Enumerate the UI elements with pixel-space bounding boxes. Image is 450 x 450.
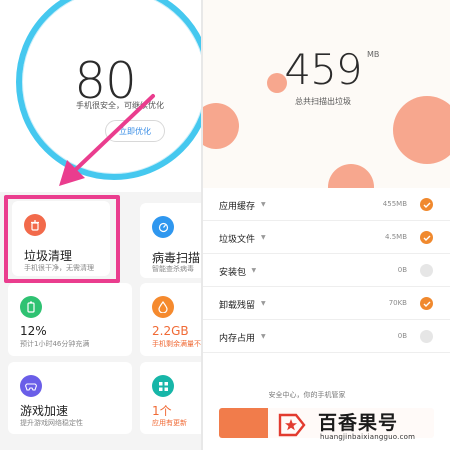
pointer-arrow-icon [59, 94, 155, 186]
game-boost-tile[interactable]: 游戏加速 提升游戏网络稳定性 [8, 362, 132, 434]
chevron-down-icon[interactable]: ▼ [261, 333, 266, 340]
category-checkbox[interactable] [420, 231, 433, 244]
junk-category-row[interactable]: 垃圾文件 ▼ 4.5MB [203, 221, 450, 254]
battery-icon [20, 296, 42, 318]
tile-subtitle: 应用有更新 [152, 419, 187, 427]
chevron-down-icon[interactable]: ▼ [261, 300, 266, 307]
category-size: 0B [397, 332, 407, 340]
junk-scan-result: 459 MB 总共扫描出垃圾 应用缓存 ▼ 455MB 垃圾文件 ▼ 4.5MB 安装包 ▼ 0… [203, 0, 450, 450]
category-checkbox[interactable] [420, 264, 433, 277]
watermark-logo-icon [278, 413, 306, 437]
category-checkbox[interactable] [420, 330, 433, 343]
highlight-box [4, 195, 120, 283]
storage-icon [152, 296, 174, 318]
decor-bubble [328, 164, 374, 188]
storage-tile[interactable]: 2.2GB 手机剩余满量不 [140, 283, 203, 356]
tile-title: 1个 [152, 404, 172, 418]
virus-scan-tile[interactable]: 病毒扫描 智能查杀病毒 [140, 203, 203, 278]
category-name: 安装包 [219, 268, 247, 278]
app-updates-tile[interactable]: 1个 应用有更新 [140, 362, 203, 434]
scan-summary-header: 459 MB 总共扫描出垃圾 [203, 0, 450, 188]
category-checkbox[interactable] [420, 198, 433, 211]
category-size: 0B [397, 266, 407, 274]
footer-note: 安全中心，你的手机管家 [268, 391, 346, 399]
chevron-down-icon[interactable]: ▼ [252, 267, 257, 274]
apps-grid-icon [152, 375, 174, 397]
tile-subtitle: 智能查杀病毒 [152, 265, 194, 273]
tile-subtitle: 提升游戏网络稳定性 [20, 419, 83, 427]
category-name: 垃圾文件 [219, 235, 256, 245]
junk-category-row[interactable]: 应用缓存 ▼ 455MB [203, 188, 450, 221]
decor-bubble [203, 103, 239, 149]
tile-title: 游戏加速 [20, 404, 69, 418]
battery-tile[interactable]: 12% 预计1小时46分钟充满 [8, 283, 132, 356]
junk-category-row[interactable]: 卸载残留 ▼ 70KB [203, 287, 450, 320]
shield-scan-icon [152, 216, 174, 238]
tile-title: 12% [20, 324, 47, 338]
watermark-url: huangjinbaixiangguo.com [320, 433, 416, 441]
security-center-home: 80 手机很安全，可继续优化 立即优化 垃圾清理 手机很干净，无需清理 病毒扫描… [0, 0, 203, 450]
category-name: 内存占用 [219, 334, 256, 344]
category-checkbox[interactable] [420, 297, 433, 310]
gamepad-icon [20, 375, 42, 397]
decor-bubble [393, 96, 450, 164]
watermark: 百香果号 huangjinbaixiangguo.com [268, 405, 448, 449]
junk-category-row[interactable]: 内存占用 ▼ 0B [203, 320, 450, 353]
junk-category-row[interactable]: 安装包 ▼ 0B [203, 254, 450, 287]
category-name: 卸载残留 [219, 301, 256, 311]
chevron-down-icon[interactable]: ▼ [261, 234, 266, 241]
tile-subtitle: 预计1小时46分钟充满 [20, 340, 90, 348]
category-size: 455MB [382, 200, 407, 208]
category-name: 应用缓存 [219, 202, 256, 212]
watermark-title: 百香果号 [318, 412, 399, 434]
junk-total-unit: MB [367, 50, 380, 59]
chevron-down-icon[interactable]: ▼ [261, 201, 266, 208]
junk-total-size: 459 [284, 45, 362, 94]
category-size: 4.5MB [385, 233, 407, 241]
category-size: 70KB [388, 299, 407, 307]
tile-title: 2.2GB [152, 324, 189, 338]
junk-total-subtitle: 总共扫描出垃圾 [295, 97, 351, 106]
tile-subtitle: 手机剩余满量不 [152, 340, 201, 348]
